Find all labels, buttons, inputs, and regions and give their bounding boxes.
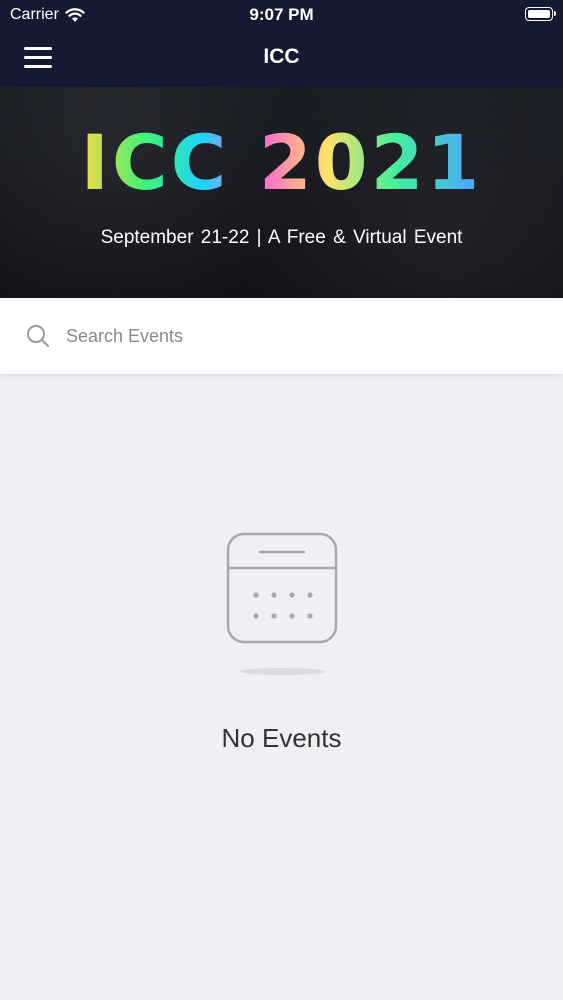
banner-subtitle: September 21-22 | A Free & Virtual Event [100, 227, 463, 248]
empty-state-shadow [240, 668, 326, 675]
empty-state-message: No Events [221, 723, 342, 753]
search-input[interactable] [66, 322, 536, 350]
calendar-icon [226, 532, 338, 644]
status-bar: Carrier 9:07 PM [0, 0, 563, 30]
battery-icon [525, 7, 556, 21]
search-bar [0, 298, 563, 374]
page-title: ICC [263, 45, 300, 68]
event-banner: ICC 2021 September 21-22 | A Free & Virt… [0, 87, 563, 298]
navigation-bar: ICC [0, 30, 563, 87]
search-icon [27, 325, 49, 347]
banner-title: ICC 2021 [0, 125, 563, 201]
status-time: 9:07 PM [249, 5, 314, 24]
